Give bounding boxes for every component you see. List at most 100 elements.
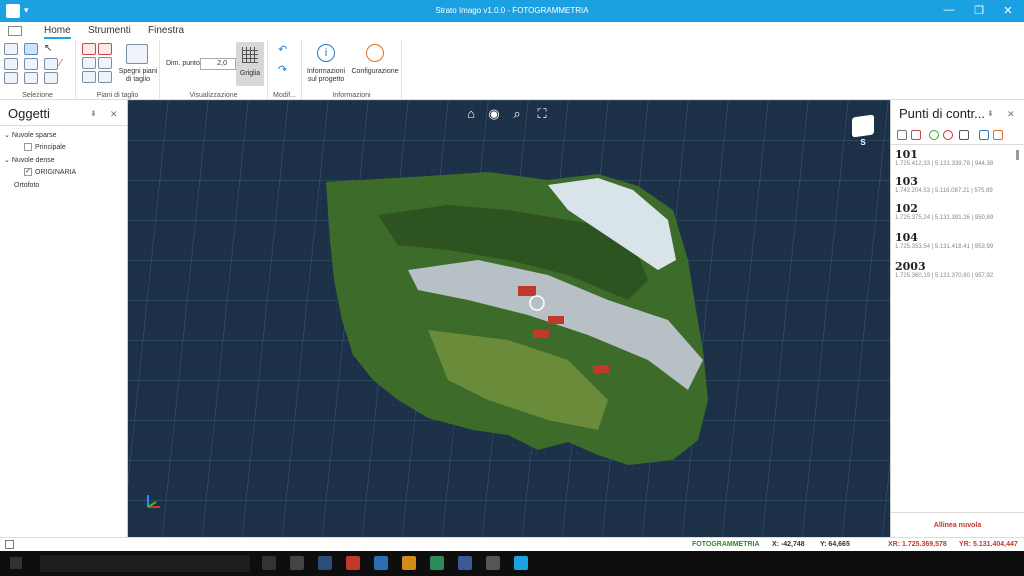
view-mode-icon[interactable]: ◉ xyxy=(486,106,502,122)
chevron-down-icon: ⌄ xyxy=(4,132,12,139)
redo-icon[interactable]: ↷ xyxy=(278,65,287,76)
select-invert-icon[interactable] xyxy=(4,72,18,84)
taskbar-app-icon[interactable] xyxy=(318,556,332,570)
taskbar-app-icon[interactable] xyxy=(514,556,528,570)
tree-label: Principale xyxy=(35,143,66,151)
taskbar-app-icon[interactable] xyxy=(458,556,472,570)
point-id: 101 xyxy=(895,148,918,161)
close-button[interactable]: ✕ xyxy=(1001,4,1015,17)
pin-icon[interactable]: ⇟ xyxy=(987,109,994,118)
cut-plane-4-icon[interactable] xyxy=(98,57,112,69)
align-cloud-button[interactable]: Allinea nuvola xyxy=(891,522,1024,529)
taskbar-app-icon[interactable] xyxy=(374,556,388,570)
import-point-icon[interactable] xyxy=(911,130,921,140)
cut-plane-5-icon[interactable] xyxy=(82,71,96,83)
cursor-icon[interactable]: ↖ xyxy=(44,43,58,55)
marker-102[interactable] xyxy=(548,316,564,324)
select-clone-icon[interactable] xyxy=(24,72,38,84)
select-grid-icon[interactable] xyxy=(4,43,18,55)
grid-icon xyxy=(242,47,258,63)
group-label-informazioni: Informazioni xyxy=(332,92,371,99)
tab-home[interactable]: Home xyxy=(44,25,71,39)
taskbar-search[interactable] xyxy=(40,555,250,572)
cut-plane-6-icon[interactable] xyxy=(98,71,112,83)
close-panel-icon[interactable]: ✕ xyxy=(110,109,118,120)
group-selezione: ↖ ⁄ Selezione xyxy=(0,40,76,100)
configuration-icon[interactable] xyxy=(366,44,384,62)
tab-finestra[interactable]: Finestra xyxy=(148,25,184,36)
select-copy-icon[interactable] xyxy=(24,58,38,70)
control-points-panel: Punti di contr... ⇟ ✕ 101 1.725.412,33 |… xyxy=(890,100,1024,537)
tree-node-sparse[interactable]: ⌄ Nuvole sparse xyxy=(4,131,57,139)
add-point-icon[interactable] xyxy=(929,130,939,140)
copy-point-icon[interactable] xyxy=(897,130,907,140)
checkbox-checked[interactable]: ✓ xyxy=(24,168,32,176)
save-icon[interactable] xyxy=(5,540,14,549)
undo-icon[interactable]: ↶ xyxy=(278,45,287,56)
minimize-button[interactable]: — xyxy=(942,4,956,16)
disable-cut-planes-button[interactable]: Spegni piani di taglio xyxy=(116,68,160,84)
tree-item-principale[interactable]: Principale xyxy=(24,143,66,151)
dim-punto-label: Dim. punto xyxy=(166,60,200,67)
select-box-icon[interactable] xyxy=(24,43,38,55)
grid-toggle-button[interactable]: Griglia xyxy=(236,42,264,86)
maximize-button[interactable]: ❐ xyxy=(972,4,986,17)
control-point-item[interactable]: 101 1.725.412,33 | 5.131.339,78 | 944,38 xyxy=(895,148,1021,167)
link-point-icon[interactable] xyxy=(979,130,989,140)
control-point-item[interactable]: 2003 1.725.360,19 | 5.131.370,80 | 957,9… xyxy=(895,260,1021,279)
ribbon: ↖ ⁄ Selezione Spegni piani di taglio Pia… xyxy=(0,40,1024,100)
tree-node-dense[interactable]: ⌄ Nuvole dense xyxy=(4,156,55,164)
zoom-extent-icon[interactable]: ⌕ xyxy=(509,106,525,122)
close-panel-icon[interactable]: ✕ xyxy=(1007,109,1015,120)
checkbox[interactable] xyxy=(24,143,32,151)
status-mode: FOTOGRAMMETRIA xyxy=(692,541,760,548)
tree-label: ORIGINARIA xyxy=(35,168,77,176)
taskbar-app-icon[interactable] xyxy=(346,556,360,570)
cut-plane-2-icon[interactable] xyxy=(98,43,112,55)
select-all-icon[interactable] xyxy=(4,58,18,70)
taskbar-app-icon[interactable] xyxy=(290,556,304,570)
file-menu-icon[interactable] xyxy=(8,26,22,36)
control-point-item[interactable]: 104 1.725.353,54 | 5.131.418,41 | 953,99 xyxy=(895,231,1021,250)
start-icon[interactable] xyxy=(10,557,22,569)
disable-cut-planes-icon[interactable] xyxy=(126,44,148,64)
cut-plane-1-icon[interactable] xyxy=(82,43,96,55)
view-cube[interactable]: S xyxy=(850,114,876,148)
fullscreen-icon[interactable]: ⛶ xyxy=(534,106,550,122)
point-cloud-canvas[interactable] xyxy=(128,100,890,537)
control-point-item[interactable]: 102 1.725.375,24 | 5.131.391,26 | 950,89 xyxy=(895,202,1021,221)
point-coords: 1.725.412,33 | 5.131.339,78 | 944,38 xyxy=(895,161,994,167)
configuration-button[interactable]: Configurazione xyxy=(350,68,400,76)
taskbar-app-icon[interactable] xyxy=(262,556,276,570)
marker-103[interactable] xyxy=(533,330,549,338)
remove-point-icon[interactable] xyxy=(943,130,953,140)
taskbar-app-icon[interactable] xyxy=(486,556,500,570)
marker-104[interactable] xyxy=(593,365,609,373)
tab-strumenti[interactable]: Strumenti xyxy=(88,25,131,36)
point-size-input[interactable]: 2,0 xyxy=(200,58,236,70)
rectangle-select-icon[interactable] xyxy=(44,58,58,70)
delete-point-icon[interactable] xyxy=(959,130,969,140)
control-point-item[interactable]: 103 1.743.204,53 | 5.116.087,21 | 575,89 xyxy=(895,175,1021,194)
project-info-button[interactable]: Informazioni sul progetto xyxy=(304,68,348,84)
home-view-icon[interactable]: ⌂ xyxy=(463,106,479,122)
info-icon[interactable]: i xyxy=(317,44,335,62)
status-x: X: -42,748 xyxy=(772,541,805,548)
taskbar-app-icon[interactable] xyxy=(430,556,444,570)
pin-icon[interactable]: ⇟ xyxy=(90,109,97,118)
point-coords: 1.743.204,53 | 5.116.087,21 | 575,89 xyxy=(895,188,993,194)
cut-plane-3-icon[interactable] xyxy=(82,57,96,69)
magic-wand-icon[interactable]: ⁄ xyxy=(60,58,74,70)
brush-point-icon[interactable] xyxy=(993,130,1003,140)
marker-101[interactable] xyxy=(518,286,536,296)
point-id: 2003 xyxy=(895,260,926,273)
tree-label: Ortofoto xyxy=(14,182,40,189)
polygon-select-icon[interactable] xyxy=(44,72,58,84)
point-coords: 1.725.375,24 | 5.131.391,26 | 950,89 xyxy=(895,215,994,221)
tree-item-ortofoto[interactable]: Ortofoto xyxy=(14,182,39,189)
group-label-modifica: Modif... xyxy=(273,92,296,99)
3d-viewport[interactable]: ⌂ ◉ ⌕ ⛶ S xyxy=(128,100,890,537)
status-yr: YR: 5.131.404,447 xyxy=(959,541,1018,548)
tree-item-originaria[interactable]: ✓ ORIGINARIA xyxy=(24,168,76,176)
taskbar-app-icon[interactable] xyxy=(402,556,416,570)
